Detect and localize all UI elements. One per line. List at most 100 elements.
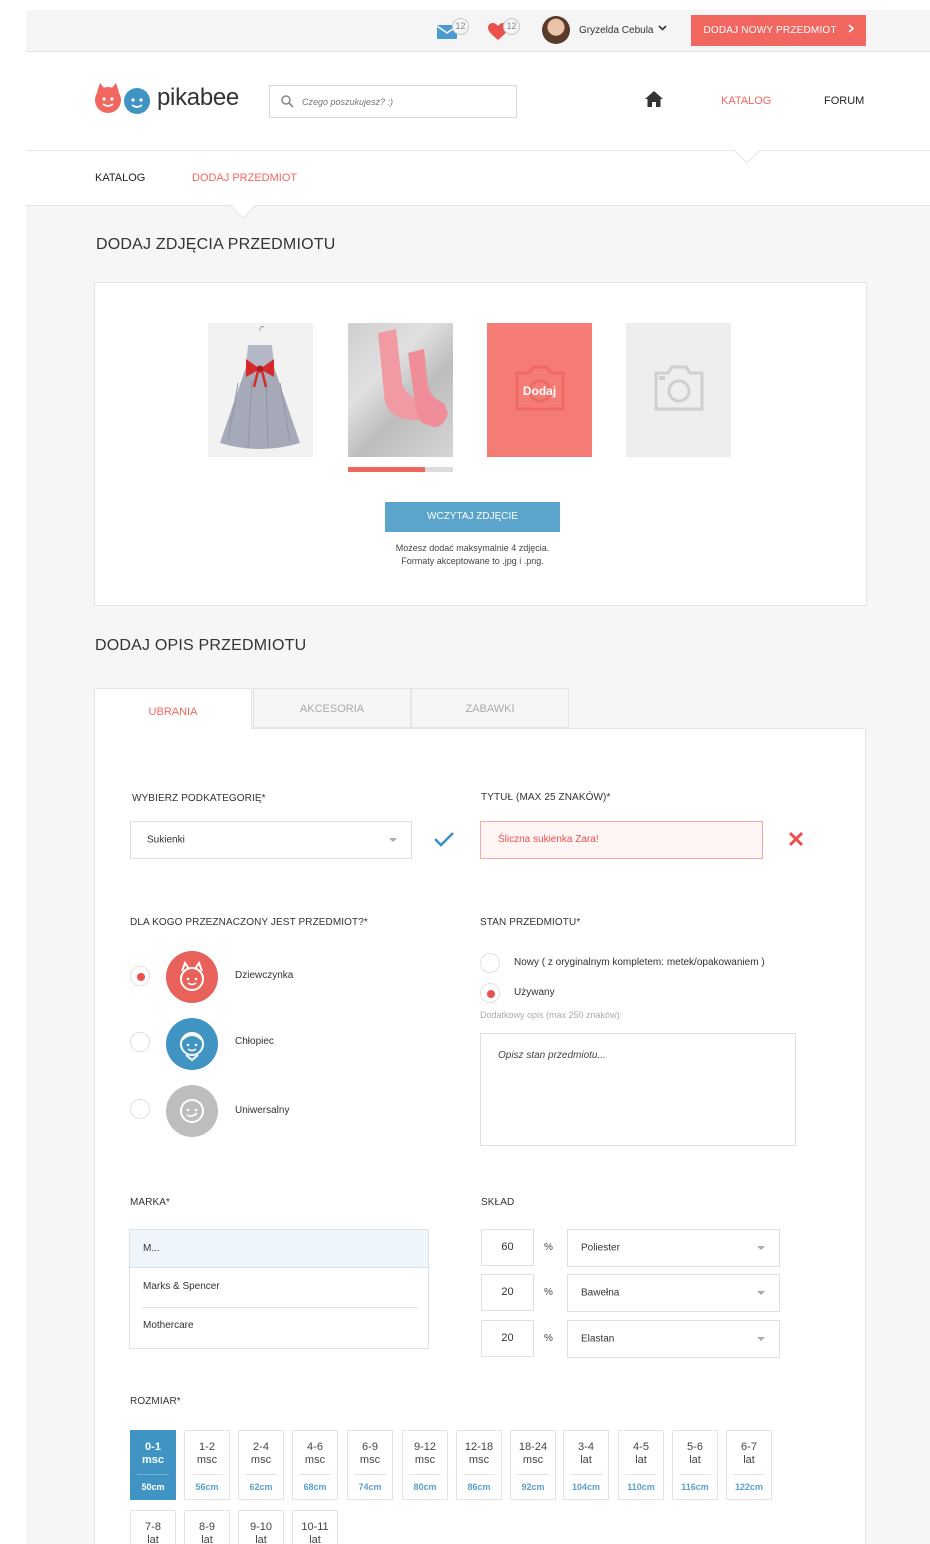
dropdown-arrow-icon [757, 1291, 765, 1295]
material-2-value: Bawełna [581, 1287, 620, 1299]
title-input-value: Śliczna sukienka Zara! [498, 834, 599, 845]
brand-input-value: M... [143, 1243, 160, 1254]
size-option[interactable]: 9-12 msc 80cm [402, 1430, 448, 1500]
size-divider [299, 1474, 331, 1475]
size-option[interactable]: 12-18 msc 86cm [456, 1430, 502, 1500]
logo-text[interactable]: pikabee [157, 84, 239, 112]
size-range: 12-18 [464, 1441, 494, 1453]
size-option[interactable]: 10-11 lat [292, 1510, 338, 1544]
valid-check-icon [434, 831, 454, 852]
size-age: 3-4 lat [564, 1441, 608, 1467]
size-option[interactable]: 1-2 msc 56cm [184, 1430, 230, 1500]
radio-girl[interactable] [130, 966, 150, 986]
home-icon[interactable] [645, 91, 663, 112]
description-section-title: DODAJ OPIS PRZEDMIOTU [95, 637, 307, 654]
composition-percent-1[interactable]: 60 [481, 1229, 534, 1266]
composition-material-1[interactable]: Poliester [567, 1229, 780, 1267]
composition-material-3[interactable]: Elastan [567, 1320, 780, 1358]
username[interactable]: Gryzelda Cebula [579, 25, 653, 36]
size-divider [570, 1474, 602, 1475]
breadcrumb-add-item[interactable]: DODAJ PRZEDMIOT [192, 172, 297, 184]
favorites-count-badge: 12 [503, 18, 520, 35]
size-range: 18-24 [518, 1441, 548, 1453]
size-divider [517, 1474, 549, 1475]
photo-thumbnail-dress[interactable] [208, 323, 313, 457]
size-unit: lat [201, 1534, 213, 1544]
brand-input[interactable]: M... [130, 1230, 428, 1268]
radio-universal[interactable] [130, 1099, 150, 1119]
size-option[interactable]: 6-7 lat 122cm [726, 1430, 772, 1500]
size-range: 1-2 [199, 1441, 215, 1453]
header: pikabee KATALOG FORUM [26, 52, 930, 164]
size-divider [191, 1474, 223, 1475]
upload-photo-button[interactable]: WCZYTAJ ZDJĘCIE [385, 502, 560, 532]
nav-catalog[interactable]: KATALOG [721, 95, 771, 107]
extra-description-label: Dodatkowy opis (max 250 znaków): [480, 1010, 623, 1020]
size-option[interactable]: 0-1 msc 50cm [130, 1430, 176, 1500]
radio-condition-new[interactable] [480, 953, 500, 973]
empty-photo-slot[interactable] [626, 323, 731, 457]
size-unit: lat [635, 1454, 647, 1466]
upload-note-line-2: Formaty akceptowane to .jpg i .png. [401, 556, 544, 566]
avatar[interactable] [542, 16, 570, 44]
size-option[interactable]: 7-8 lat [130, 1510, 176, 1544]
add-photo-slot[interactable]: Dodaj [487, 323, 592, 457]
size-divider [733, 1474, 765, 1475]
condition-description-textarea[interactable]: Opisz stan przedmiotu... [480, 1033, 796, 1146]
add-new-item-button[interactable]: DODAJ NOWY PRZEDMIOT [691, 15, 866, 46]
composition-label: SKŁAD [481, 1197, 515, 1208]
size-divider [245, 1474, 277, 1475]
tab-clothes[interactable]: UBRANIA [94, 688, 252, 729]
search-input[interactable] [302, 86, 512, 117]
dropdown-arrow-icon [757, 1337, 765, 1341]
upload-progress-fill [348, 467, 425, 472]
chevron-down-icon[interactable] [658, 23, 667, 35]
size-age: 1-2 msc [185, 1441, 229, 1467]
logo-icon[interactable] [94, 80, 154, 121]
size-unit: lat [580, 1454, 592, 1466]
size-option[interactable]: 8-9 lat [184, 1510, 230, 1544]
size-option[interactable]: 4-5 lat 110cm [618, 1430, 664, 1500]
girl-icon[interactable] [166, 951, 218, 1003]
photo-thumbnail-socks[interactable] [348, 323, 453, 457]
subcategory-label: WYBIERZ PODKATEGORIĘ* [132, 793, 266, 804]
universal-icon[interactable] [166, 1085, 218, 1137]
size-option[interactable]: 2-4 msc 62cm [238, 1430, 284, 1500]
search-box[interactable] [269, 85, 517, 118]
radio-boy[interactable] [130, 1032, 150, 1052]
upload-note: Możesz dodać maksymalnie 4 zdjęcia. Form… [295, 542, 650, 568]
size-option[interactable]: 9-10 lat [238, 1510, 284, 1544]
dropdown-arrow-icon [757, 1246, 765, 1250]
brand-option-marks-spencer[interactable]: Marks & Spencer [143, 1281, 220, 1292]
size-label: ROZMIAR* [130, 1396, 181, 1407]
subcategory-select[interactable]: Sukienki [130, 821, 412, 859]
chevron-right-icon [848, 24, 854, 36]
composition-percent-2[interactable]: 20 [481, 1274, 534, 1311]
size-age: 12-18 msc [457, 1441, 501, 1467]
size-unit: msc [196, 1454, 218, 1466]
size-unit: msc [304, 1454, 326, 1466]
condition-label: STAN PRZEDMIOTU* [480, 917, 581, 928]
tab-toys[interactable]: ZABAWKI [411, 688, 569, 728]
size-unit: lat [309, 1534, 321, 1544]
brand-option-mothercare[interactable]: Mothercare [143, 1320, 194, 1331]
title-input[interactable]: Śliczna sukienka Zara! [480, 821, 763, 859]
breadcrumb-catalog[interactable]: KATALOG [95, 172, 145, 184]
size-option[interactable]: 18-24 msc 92cm [510, 1430, 556, 1500]
gender-boy-label: Chłopiec [235, 1036, 274, 1047]
composition-percent-3[interactable]: 20 [481, 1320, 534, 1357]
boy-icon[interactable] [166, 1018, 218, 1070]
size-option[interactable]: 5-6 lat 116cm [672, 1430, 718, 1500]
radio-condition-used[interactable] [480, 983, 500, 1003]
size-option[interactable]: 4-6 msc 68cm [292, 1430, 338, 1500]
top-bar: 12 12 Gryzelda Cebula DODAJ NOWY PRZEDMI… [26, 10, 930, 52]
size-unit: lat [255, 1534, 267, 1544]
size-option[interactable]: 6-9 msc 74cm [347, 1430, 393, 1500]
nav-forum[interactable]: FORUM [824, 95, 864, 107]
size-age: 9-12 msc [403, 1441, 447, 1467]
composition-material-2[interactable]: Bawełna [567, 1274, 780, 1312]
tab-accessories[interactable]: AKCESORIA [253, 688, 411, 728]
upload-progress-bar [348, 467, 453, 472]
size-option[interactable]: 3-4 lat 104cm [563, 1430, 609, 1500]
error-x-icon[interactable] [788, 831, 804, 852]
